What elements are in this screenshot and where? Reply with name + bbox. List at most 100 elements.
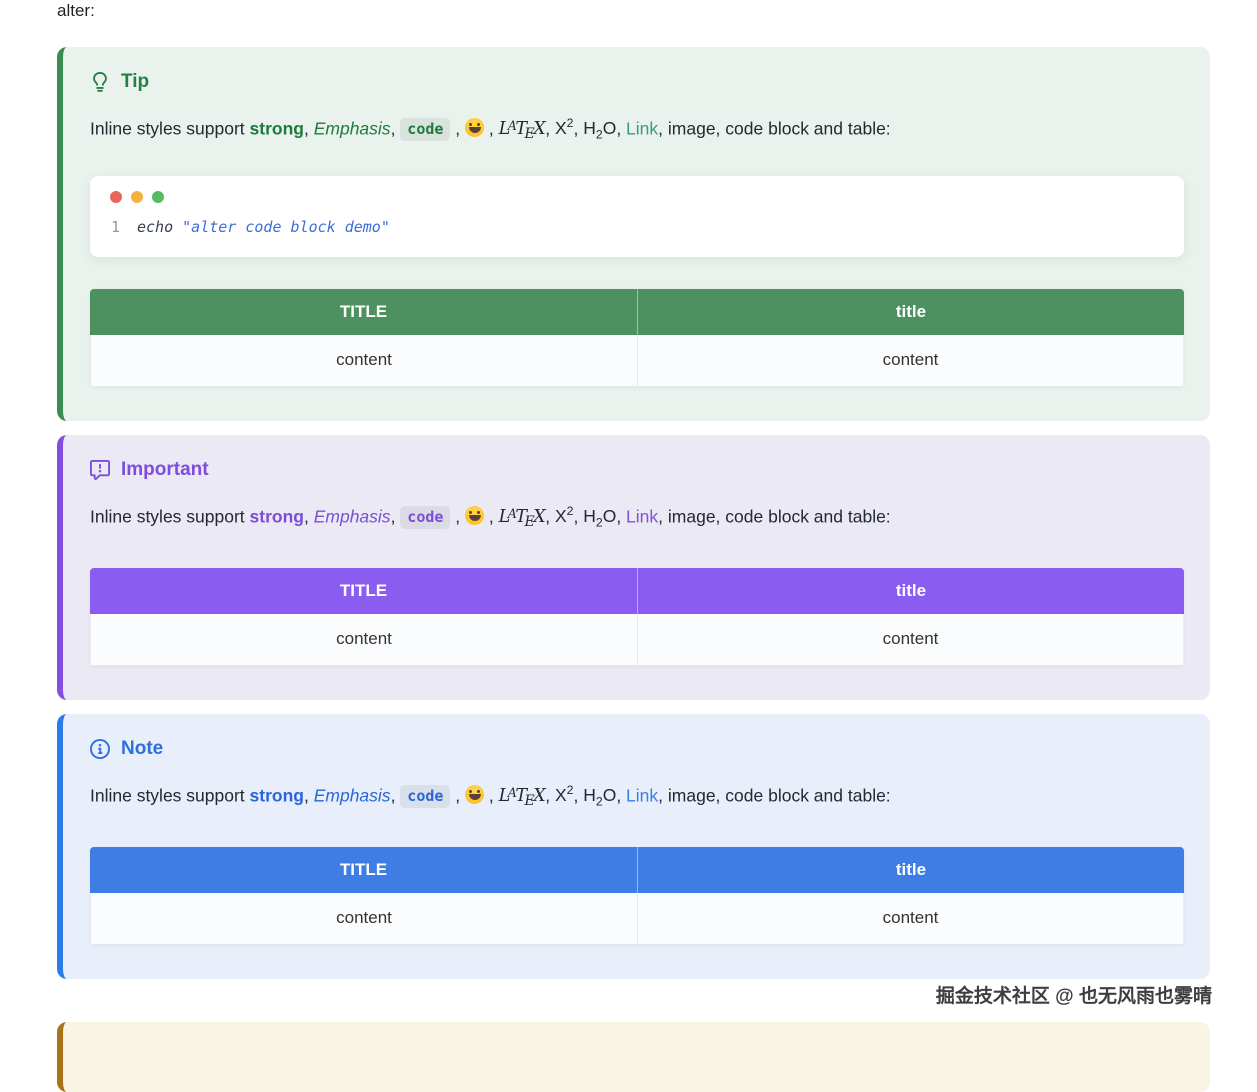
subscript-sample: H2O (583, 506, 616, 526)
demo-table-wrapper: TITLE title content content (90, 289, 1184, 387)
table-row: content content (90, 614, 1184, 666)
dot-green-icon (152, 191, 164, 203)
alert-title: Tip (90, 69, 1184, 95)
watermark: 掘金技术社区 @ 也无风雨也雾晴 (936, 981, 1212, 1008)
demo-link[interactable]: Link (626, 118, 658, 138)
table-row: content content (90, 335, 1184, 387)
alert-title: Note (90, 736, 1184, 762)
emphasis-sample: Emphasis (314, 506, 391, 526)
table-cell: content (90, 335, 637, 387)
demo-link[interactable]: Link (626, 506, 658, 526)
demo-table: TITLE title content content (90, 847, 1184, 945)
dot-red-icon (110, 191, 122, 203)
inline-code-sample: code (400, 506, 450, 529)
table-header-cell: TITLE (90, 847, 637, 893)
para-separator: , (304, 785, 314, 805)
demo-link[interactable]: Link (626, 785, 658, 805)
para-separator: , (545, 785, 555, 805)
table-cell: content (637, 614, 1184, 666)
para-separator: , (450, 506, 465, 526)
para-separator: , (616, 506, 626, 526)
info-icon (90, 739, 110, 759)
table-header-cell: title (637, 568, 1184, 614)
demo-table-wrapper: TITLE title content content (90, 847, 1184, 945)
para-separator: , (658, 785, 668, 805)
para-separator: , (616, 785, 626, 805)
window-dots (110, 191, 1164, 203)
code-text: echo "alter code block demo" (137, 216, 390, 238)
para-separator: , (304, 118, 314, 138)
alert-note: Note Inline styles support strong, Empha… (57, 714, 1210, 979)
inline-styles-paragraph: Inline styles support strong, Emphasis, … (90, 500, 1184, 536)
para-text: Inline styles support (90, 785, 250, 805)
latex-logo: LATEX (499, 786, 546, 806)
latex-logo: LATEX (499, 507, 546, 527)
para-separator: , (450, 118, 465, 138)
alert-tip: Tip Inline styles support strong, Emphas… (57, 47, 1210, 421)
demo-table: TITLE title content content (90, 289, 1184, 387)
para-separator: , (391, 506, 401, 526)
emphasis-sample: Emphasis (314, 118, 391, 138)
table-header-row: TITLE title (90, 289, 1184, 335)
superscript-sample: X2 (555, 506, 574, 526)
inline-styles-paragraph: Inline styles support strong, Emphasis, … (90, 112, 1184, 148)
para-separator: , (450, 785, 465, 805)
alert-title-label: Note (121, 736, 163, 762)
strong-sample: strong (250, 506, 304, 526)
dot-yellow-icon (131, 191, 143, 203)
table-cell: content (90, 614, 637, 666)
table-header-cell: TITLE (90, 289, 637, 335)
para-text: image, code block and table: (668, 118, 891, 138)
superscript-sample: X2 (555, 785, 574, 805)
para-separator: , (304, 506, 314, 526)
strong-sample: strong (250, 118, 304, 138)
para-separator: , (573, 118, 583, 138)
alert-warning-partial (57, 1022, 1210, 1092)
alert-important: Important Inline styles support strong, … (57, 435, 1210, 700)
table-header-cell: title (637, 847, 1184, 893)
inline-styles-paragraph: Inline styles support strong, Emphasis, … (90, 779, 1184, 815)
table-header-row: TITLE title (90, 568, 1184, 614)
para-separator: , (658, 118, 668, 138)
smile-emoji (465, 118, 484, 137)
alert-title-label: Important (121, 457, 209, 483)
para-text: Inline styles support (90, 118, 250, 138)
para-separator: , (484, 118, 499, 138)
demo-table-wrapper: TITLE title content content (90, 568, 1184, 666)
para-text: Inline styles support (90, 506, 250, 526)
emphasis-sample: Emphasis (314, 785, 391, 805)
para-separator: , (658, 506, 668, 526)
inline-code-sample: code (400, 118, 450, 141)
table-header-row: TITLE title (90, 847, 1184, 893)
para-separator: , (573, 506, 583, 526)
strong-sample: strong (250, 785, 304, 805)
line-number: 1 (110, 216, 120, 238)
para-text: image, code block and table: (668, 506, 891, 526)
table-cell: content (90, 893, 637, 945)
para-separator: , (391, 785, 401, 805)
subscript-sample: H2O (583, 785, 616, 805)
report-icon (90, 460, 110, 480)
subscript-sample: H2O (583, 118, 616, 138)
table-cell: content (637, 893, 1184, 945)
alert-title: Important (90, 457, 1184, 483)
para-separator: , (616, 118, 626, 138)
para-separator: , (545, 118, 555, 138)
demo-table: TITLE title content content (90, 568, 1184, 666)
lightbulb-icon (90, 72, 110, 92)
article-content: alter: Tip Inline styles support strong,… (0, 0, 1257, 979)
para-separator: , (391, 118, 401, 138)
table-row: content content (90, 893, 1184, 945)
intro-text: alter: (57, 0, 1210, 21)
table-cell: content (637, 335, 1184, 387)
table-header-cell: TITLE (90, 568, 637, 614)
latex-logo: LATEX (499, 119, 546, 139)
para-separator: , (573, 785, 583, 805)
para-text: image, code block and table: (668, 785, 891, 805)
para-separator: , (484, 506, 499, 526)
smile-emoji (465, 506, 484, 525)
inline-code-sample: code (400, 785, 450, 808)
para-separator: , (484, 785, 499, 805)
code-block: 1 echo "alter code block demo" (90, 176, 1184, 257)
code-line: 1 echo "alter code block demo" (110, 216, 1164, 238)
